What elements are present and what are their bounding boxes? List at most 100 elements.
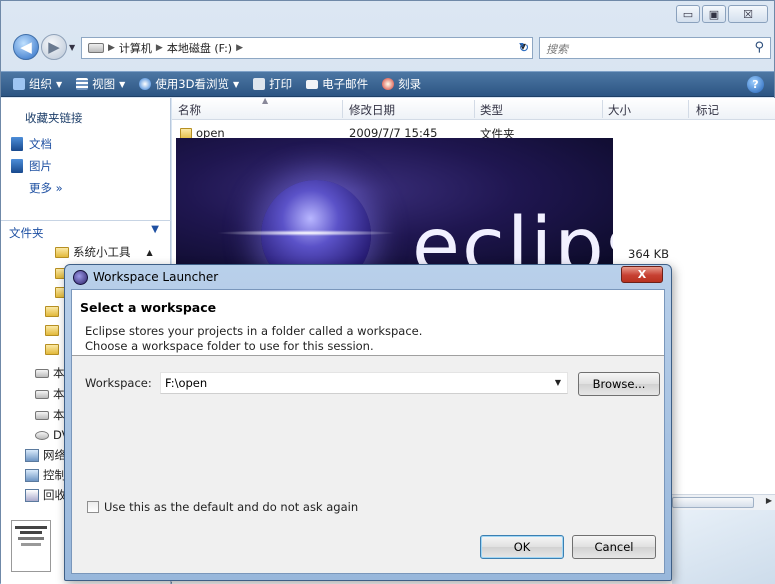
help-icon[interactable]: ? — [747, 76, 764, 93]
scroll-right-arrow-icon[interactable]: ▶ — [766, 496, 772, 505]
chevron-down-icon: ▼ — [232, 79, 240, 89]
tree-item-label: 控制 — [43, 468, 66, 482]
views-icon — [76, 78, 89, 90]
search-icon[interactable]: ⚲ — [754, 40, 764, 55]
workspace-combobox[interactable]: F:\open ▼ — [160, 372, 568, 394]
views-menu[interactable]: 视图 ▼ — [76, 76, 125, 92]
dialog-close-button[interactable]: X — [621, 266, 663, 283]
tree-item-folder[interactable] — [45, 321, 59, 339]
drive-icon — [35, 389, 49, 399]
tree-item-label: 本 — [53, 366, 65, 380]
more-favorites-link[interactable]: 更多 » — [29, 180, 63, 196]
eclipse-app-icon — [73, 270, 88, 285]
search-input[interactable]: 搜索 ⚲ — [539, 37, 771, 59]
default-workspace-checkbox[interactable] — [87, 501, 99, 513]
print-button[interactable]: 打印 — [253, 76, 292, 92]
favorite-label: 图片 — [29, 159, 52, 173]
browse3d-menu[interactable]: 使用3D看浏览 ▼ — [139, 76, 239, 92]
burn-button[interactable]: 刻录 — [382, 76, 421, 92]
dialog-title: Workspace Launcher — [93, 270, 219, 284]
email-label: 电子邮件 — [322, 77, 369, 91]
tree-item-folder[interactable] — [45, 302, 59, 320]
splash-glow — [216, 230, 396, 236]
scrollbar-thumb[interactable] — [672, 497, 754, 508]
tree-item-network[interactable]: 网络 — [25, 446, 66, 464]
breadcrumb-separator-icon[interactable]: ▶ — [156, 43, 163, 53]
organize-icon — [13, 78, 25, 90]
dialog-heading: Select a workspace — [80, 300, 217, 315]
tree-item-gadgets[interactable]: 系统小工具 ▲ — [55, 243, 153, 261]
folders-label: 文件夹 — [9, 226, 44, 240]
column-divider[interactable] — [342, 100, 343, 118]
refresh-button[interactable]: ↻ — [513, 38, 535, 58]
ok-button[interactable]: OK — [480, 535, 564, 559]
tree-item-drive[interactable]: 本 — [35, 406, 65, 424]
drive-icon — [35, 368, 49, 378]
favorite-documents[interactable]: 文档 — [11, 136, 52, 152]
tree-item-label: 网络 — [43, 448, 66, 462]
scroll-up-arrow-icon[interactable]: ▲ — [147, 248, 153, 257]
column-divider[interactable] — [602, 100, 603, 118]
column-divider[interactable] — [474, 100, 475, 118]
column-header-date[interactable]: 修改日期 — [349, 102, 395, 118]
column-header-name[interactable]: 名称 — [178, 102, 201, 118]
close-button[interactable]: ☒ — [728, 5, 768, 23]
forward-arrow-icon: ▶ — [48, 38, 60, 56]
tree-item-folder[interactable] — [45, 340, 59, 358]
browse-button[interactable]: Browse... — [578, 372, 660, 396]
default-workspace-label: Use this as the default and do not ask a… — [104, 500, 359, 514]
sort-ascending-icon: ▲ — [262, 96, 269, 105]
chevron-down-icon[interactable]: ▼ — [555, 378, 561, 387]
breadcrumb-separator-icon[interactable]: ▶ — [108, 43, 115, 53]
chevron-down-icon: ▼ — [56, 79, 63, 89]
column-header-type[interactable]: 类型 — [480, 102, 503, 118]
tree-item-label: 系统小工具 — [73, 245, 131, 259]
column-divider[interactable] — [688, 100, 689, 118]
file-list-header: 名称 ▲ 修改日期 类型 大小 标记 — [172, 96, 775, 120]
organize-label: 组织 — [29, 77, 52, 91]
breadcrumb-computer[interactable]: 计算机 — [119, 40, 152, 56]
cancel-button[interactable]: Cancel — [572, 535, 656, 559]
folders-header[interactable]: 文件夹 ▼ — [1, 220, 171, 240]
more-label: 更多 — [29, 181, 52, 195]
browse3d-icon — [139, 78, 152, 90]
favorite-pictures[interactable]: 图片 — [11, 158, 52, 174]
chevron-down-icon: ▼ — [119, 79, 126, 89]
breadcrumb-separator-icon[interactable]: ▶ — [236, 43, 243, 53]
eclipse-logo: eclipse — [412, 202, 613, 268]
folder-icon — [55, 246, 69, 258]
dialog-header-panel: Select a workspace Eclipse stores your p… — [72, 290, 664, 356]
recycle-bin-icon — [25, 488, 39, 502]
tree-item-label: 本 — [53, 408, 65, 422]
tree-item-drive[interactable]: 本 — [35, 364, 65, 382]
tree-item-drive[interactable]: 本 — [35, 385, 65, 403]
workspace-label: Workspace: — [85, 376, 152, 390]
column-header-size[interactable]: 大小 — [608, 102, 631, 118]
burn-label: 刻录 — [398, 77, 422, 91]
forward-button[interactable]: ▶ — [41, 34, 67, 60]
printer-icon — [253, 78, 266, 90]
envelope-icon — [306, 79, 319, 89]
back-arrow-icon: ◀ — [20, 38, 32, 56]
horizontal-scrollbar[interactable]: ▶ — [672, 494, 775, 510]
dvd-drive-icon — [35, 430, 49, 440]
workspace-path-value: F:\open — [165, 376, 208, 390]
tree-item-control-panel[interactable]: 控制 — [25, 466, 66, 484]
folder-icon — [45, 343, 59, 355]
maximize-button[interactable]: ▣ — [702, 5, 726, 23]
address-bar[interactable]: ▶ 计算机 ▶ 本地磁盘 (F:) ▶ ▼ — [81, 37, 533, 59]
breadcrumb-drive[interactable]: 本地磁盘 (F:) — [167, 40, 232, 56]
recent-pages-dropdown[interactable]: ▼ — [69, 43, 75, 52]
default-workspace-option[interactable]: Use this as the default and do not ask a… — [87, 500, 358, 514]
chevron-down-icon: ▼ — [151, 224, 159, 235]
close-icon: X — [637, 268, 647, 281]
pictures-icon — [11, 159, 23, 173]
email-button[interactable]: 电子邮件 — [306, 76, 368, 92]
organize-menu[interactable]: 组织 ▼ — [13, 76, 62, 92]
tree-item-recycle-bin[interactable]: 回收 — [25, 486, 66, 504]
details-pane — [672, 510, 775, 584]
back-button[interactable]: ◀ — [13, 34, 39, 60]
minimize-button[interactable]: ▭ — [676, 5, 700, 23]
column-header-tags[interactable]: 标记 — [696, 102, 719, 118]
refresh-icon: ↻ — [518, 40, 530, 56]
